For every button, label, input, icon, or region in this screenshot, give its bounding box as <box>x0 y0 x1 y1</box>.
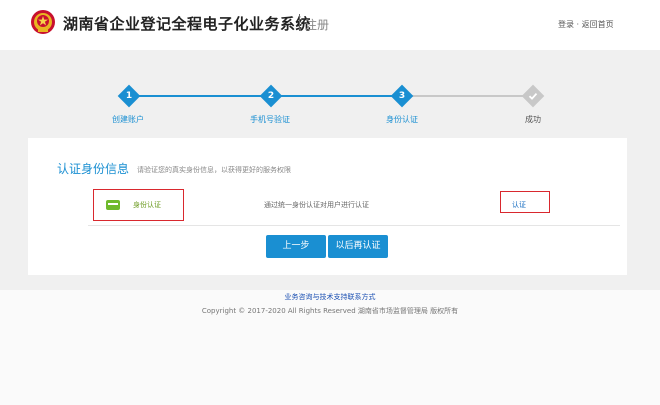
emblem-icon <box>31 10 55 34</box>
step-1-label: 创建账户 <box>112 115 144 124</box>
copyright-text: Copyright © 2017-2020 All Rights Reserve… <box>201 307 459 315</box>
header: 湖南省企业登记全程电子化业务系统 注册 登录 · 返回首页 <box>0 0 660 50</box>
login-home-links[interactable]: 登录 · 返回首页 <box>558 20 614 29</box>
identity-verify-label: 身份认证 <box>133 201 161 209</box>
id-card-icon <box>106 200 120 210</box>
previous-step-button[interactable]: 上一步 <box>266 235 326 258</box>
progress-line-3 <box>402 95 533 97</box>
site-title: 湖南省企业登记全程电子化业务系统 <box>63 15 312 33</box>
verify-link[interactable]: 认证 <box>512 200 526 210</box>
step-4-label: 成功 <box>525 115 541 124</box>
step-3-label: 身份认证 <box>386 115 418 124</box>
step-3-number: 3 <box>398 91 406 101</box>
verify-later-button[interactable]: 以后再认证 <box>328 235 388 258</box>
support-contact-link[interactable]: 业务咨询与技术支持联系方式 <box>0 292 660 302</box>
progress-line-1 <box>129 95 271 97</box>
card-divider <box>88 225 620 226</box>
progress-line-2 <box>271 95 402 97</box>
verify-description: 通过统一身份认证对用户进行认证 <box>264 201 369 209</box>
step-2-number: 2 <box>267 91 275 101</box>
card-hint: 请验证您的真实身份信息，以获得更好的服务权限 <box>137 166 291 174</box>
page-subtitle: 注册 <box>305 18 330 32</box>
step-1-number: 1 <box>125 91 133 101</box>
top-links[interactable]: 登录 · 返回首页 <box>558 19 614 30</box>
title-divider <box>299 14 300 31</box>
step-2-label: 手机号验证 <box>250 115 290 124</box>
check-icon <box>528 92 538 100</box>
card-title: 认证身份信息 <box>57 162 130 176</box>
